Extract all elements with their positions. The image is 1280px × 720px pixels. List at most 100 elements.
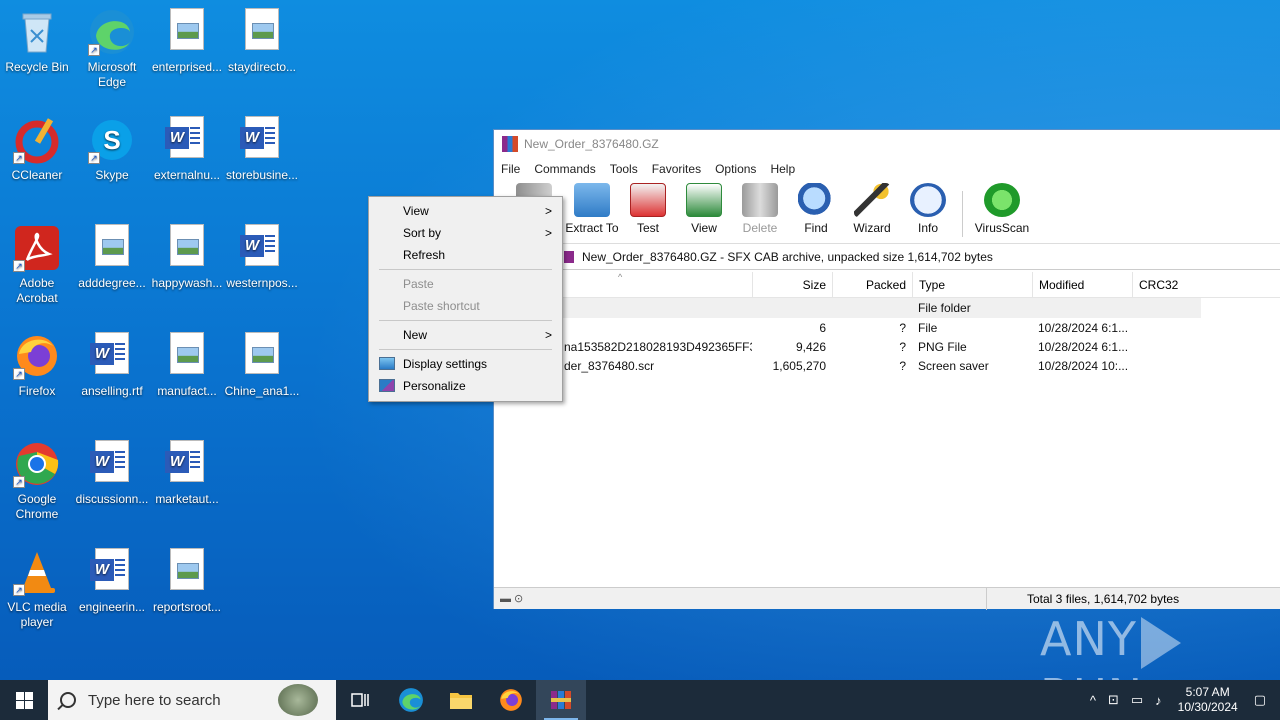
firefox-icon: ↗ xyxy=(13,332,61,380)
view-button[interactable]: View xyxy=(676,183,732,243)
search-highlight-icon xyxy=(278,684,318,716)
shortcut-arrow-icon: ↗ xyxy=(13,584,25,596)
menu-item-paste[interactable]: Paste xyxy=(369,273,562,295)
menu-item-new[interactable]: New > xyxy=(369,324,562,346)
desktop-icon-file[interactable]: Chine_ana1... xyxy=(224,332,300,399)
virusscan-button[interactable]: VirusScan xyxy=(969,183,1035,243)
menu-item-view[interactable]: View > xyxy=(369,200,562,222)
desktop-icon-file[interactable]: happywash... xyxy=(149,224,225,291)
task-view-button[interactable] xyxy=(336,680,386,720)
view-book-icon xyxy=(686,183,722,217)
clock-time: 5:07 AM xyxy=(1185,685,1230,699)
desktop-icon-skype[interactable]: S ↗ Skype xyxy=(74,116,150,183)
desktop-icon-label: engineerin... xyxy=(78,600,146,614)
menu-help[interactable]: Help xyxy=(770,162,795,176)
menu-tools[interactable]: Tools xyxy=(610,162,638,176)
winrar-title-bar[interactable]: New_Order_8376480.GZ xyxy=(494,130,1280,158)
menu-separator xyxy=(379,320,552,321)
find-button[interactable]: Find xyxy=(788,183,844,243)
desktop-icon-file[interactable]: W externalnu... xyxy=(149,116,225,183)
taskbar-file-explorer-button[interactable] xyxy=(436,680,486,720)
extract-to-button[interactable]: Extract To xyxy=(564,183,620,243)
desktop-icon-ccleaner[interactable]: ↗ CCleaner xyxy=(0,116,75,183)
chevron-right-icon: > xyxy=(544,204,552,218)
table-row[interactable]: 6 ? File 10/28/2024 6:1... xyxy=(494,318,1280,337)
archive-path-bar[interactable]: New_Order_8376480.GZ - SFX CAB archive, … xyxy=(494,244,1280,270)
menu-file[interactable]: File xyxy=(501,162,520,176)
status-text: Total 3 files, 1,614,702 bytes xyxy=(986,587,1179,610)
desktop-icon-label: anselling.rtf xyxy=(81,384,143,398)
anyrun-watermark: ANYRUN xyxy=(1040,612,1280,680)
menu-item-paste-shortcut[interactable]: Paste shortcut xyxy=(369,295,562,317)
desktop-icon-file[interactable]: enterprised... xyxy=(149,8,225,75)
menu-item-refresh[interactable]: Refresh xyxy=(369,244,562,266)
winrar-window[interactable]: New_Order_8376480.GZ File Commands Tools… xyxy=(493,129,1280,610)
desktop-icon-file[interactable]: reportsroot... xyxy=(149,548,225,615)
volume-icon[interactable]: ♪ xyxy=(1155,693,1162,708)
desktop-icon-file[interactable]: manufact... xyxy=(149,332,225,399)
table-row[interactable]: File folder xyxy=(494,298,1201,318)
desktop-icon-file[interactable]: W storebusine... xyxy=(224,116,300,183)
menu-item-personalize[interactable]: Personalize xyxy=(369,375,562,397)
desktop-icon-file[interactable]: W engineerin... xyxy=(74,548,150,615)
archive-path-text: New_Order_8376480.GZ - SFX CAB archive, … xyxy=(582,249,993,264)
archive-icon xyxy=(564,250,574,263)
desktop-icon-label: Google Chrome xyxy=(15,492,59,521)
desktop-icon-file[interactable]: W westernpos... xyxy=(224,224,300,291)
table-row[interactable]: na153582D218028193D492365FF38... 9,426 ?… xyxy=(494,337,1280,356)
desktop-icon-file[interactable]: W anselling.rtf xyxy=(74,332,150,399)
column-modified[interactable]: Modified xyxy=(1032,271,1132,298)
desktop-icon-label: staydirecto... xyxy=(227,60,297,74)
drive-key-icon: ▬ ⊙ xyxy=(500,593,524,605)
delete-button[interactable]: Delete xyxy=(732,183,788,243)
toolbar-separator xyxy=(962,191,963,237)
menu-item-display-settings[interactable]: Display settings xyxy=(369,353,562,375)
desktop-icon-file[interactable]: W marketaut... xyxy=(149,440,225,507)
menu-favorites[interactable]: Favorites xyxy=(652,162,701,176)
desktop-icon-recycle-bin[interactable]: Recycle Bin xyxy=(0,8,75,75)
desktop-icon-chrome[interactable]: ↗ Google Chrome xyxy=(0,440,75,522)
image-file-icon xyxy=(170,224,204,266)
column-type[interactable]: Type xyxy=(912,271,1032,298)
column-size[interactable]: Size xyxy=(752,271,832,298)
menu-commands[interactable]: Commands xyxy=(534,162,595,176)
notification-icon[interactable]: ▢ xyxy=(1254,692,1266,708)
word-document-icon: W xyxy=(90,548,129,590)
taskbar-clock[interactable]: 5:07 AM 10/30/2024 xyxy=(1178,685,1238,715)
file-list-header: ^ Size Packed Type Modified CRC32 xyxy=(494,271,1280,298)
file-list[interactable]: ^ Size Packed Type Modified CRC32 File f… xyxy=(494,271,1280,584)
desktop-icon-label: manufact... xyxy=(157,384,217,398)
desktop-icon-label: marketaut... xyxy=(155,492,219,506)
desktop-icon-vlc[interactable]: ↗ VLC media player xyxy=(0,548,75,630)
desktop-icon-file[interactable]: adddegree... xyxy=(74,224,150,291)
test-button[interactable]: Test xyxy=(620,183,676,243)
network-adapter-icon[interactable]: ⊡ xyxy=(1108,692,1119,708)
table-row[interactable]: der_8376480.scr 1,605,270 ? Screen saver… xyxy=(494,356,1280,375)
desktop-icon-edge[interactable]: ↗ Microsoft Edge xyxy=(74,8,150,90)
column-packed[interactable]: Packed xyxy=(832,271,912,298)
edge-icon xyxy=(399,688,423,712)
chevron-up-icon[interactable]: ^ xyxy=(1090,693,1096,708)
shortcut-arrow-icon: ↗ xyxy=(88,152,100,164)
start-button[interactable] xyxy=(0,680,48,720)
desktop-icon-file[interactable]: W discussionn... xyxy=(74,440,150,507)
menu-item-sort-by[interactable]: Sort by > xyxy=(369,222,562,244)
taskbar-search-box[interactable]: Type here to search xyxy=(48,680,336,720)
taskbar-edge-button[interactable] xyxy=(386,680,436,720)
column-crc32[interactable]: CRC32 xyxy=(1132,271,1202,298)
skype-icon: S ↗ xyxy=(88,116,136,164)
desktop-icon-firefox[interactable]: ↗ Firefox xyxy=(0,332,75,399)
firefox-icon xyxy=(500,689,522,711)
taskbar-winrar-button[interactable] xyxy=(536,680,586,720)
network-icon[interactable]: ▭ xyxy=(1131,692,1143,708)
taskbar-firefox-button[interactable] xyxy=(486,680,536,720)
menu-options[interactable]: Options xyxy=(715,162,756,176)
wizard-button[interactable]: Wizard xyxy=(844,183,900,243)
chevron-right-icon: > xyxy=(544,226,552,240)
info-button[interactable]: Info xyxy=(900,183,956,243)
desktop-icon-adobe-acrobat[interactable]: ↗ Adobe Acrobat xyxy=(0,224,75,306)
shortcut-arrow-icon: ↗ xyxy=(88,44,100,56)
desktop-icon-file[interactable]: staydirecto... xyxy=(224,8,300,75)
ccleaner-icon: ↗ xyxy=(13,116,61,164)
info-icon xyxy=(910,183,946,217)
